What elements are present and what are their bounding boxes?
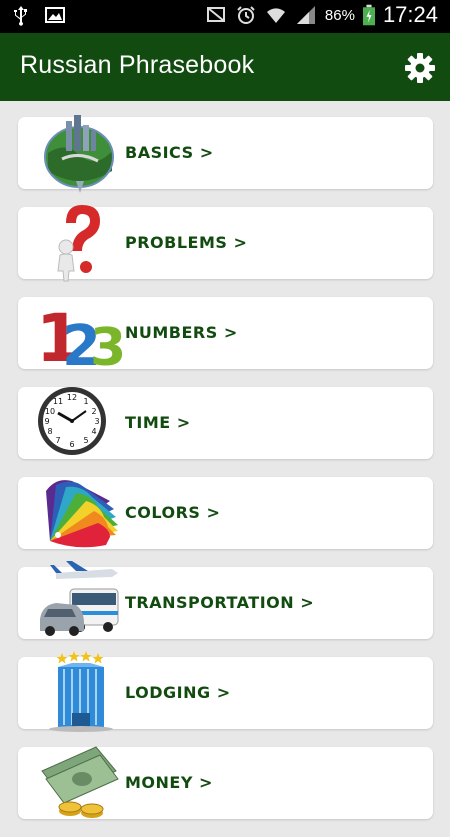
svg-text:12: 12 bbox=[67, 393, 77, 402]
svg-text:4: 4 bbox=[91, 427, 96, 436]
mute-notifications-icon bbox=[206, 7, 225, 22]
svg-text:2: 2 bbox=[91, 407, 96, 416]
color-swatch-icon bbox=[46, 480, 118, 548]
category-list: BASICS > PROBLEMS > 1 2 3 NUMBERS > 12 1 2… bbox=[18, 115, 433, 837]
svg-text:6: 6 bbox=[69, 440, 74, 449]
wifi-icon bbox=[266, 8, 285, 23]
vehicles-icon bbox=[40, 561, 119, 636]
svg-text:1: 1 bbox=[83, 397, 88, 406]
svg-text:3: 3 bbox=[94, 417, 99, 426]
battery-percent: 86% bbox=[324, 6, 355, 24]
category-numbers[interactable]: 1 2 3 NUMBERS > bbox=[18, 297, 433, 373]
clock-icon: 12 12 345 678 91011 bbox=[38, 387, 106, 455]
category-label: BASICS > bbox=[125, 143, 214, 162]
category-label: NUMBERS > bbox=[125, 323, 238, 342]
battery-charging-icon bbox=[362, 4, 375, 26]
category-label: MONEY > bbox=[125, 773, 213, 792]
category-money[interactable]: MONEY > bbox=[18, 746, 433, 819]
category-problems[interactable]: PROBLEMS > bbox=[18, 205, 433, 282]
category-label: PROBLEMS > bbox=[125, 233, 248, 252]
svg-text:3: 3 bbox=[90, 318, 122, 373]
category-transportation[interactable]: TRANSPORTATION > bbox=[18, 561, 433, 639]
app-title: Russian Phrasebook bbox=[20, 51, 255, 79]
category-label: LODGING > bbox=[125, 683, 231, 702]
category-basics[interactable]: BASICS > bbox=[18, 115, 433, 193]
svg-text:10: 10 bbox=[45, 407, 55, 416]
usb-icon bbox=[14, 6, 27, 26]
category-time[interactable]: 12 1 2 345 678 9 10 11 TIME > bbox=[18, 387, 433, 459]
svg-text:11: 11 bbox=[53, 397, 63, 406]
signal-icon bbox=[296, 6, 315, 24]
app-bar: Russian Phrasebook bbox=[0, 33, 450, 101]
category-lodging[interactable]: LODGING > bbox=[18, 651, 433, 732]
svg-text:5: 5 bbox=[83, 436, 88, 445]
globe-icon bbox=[44, 115, 114, 193]
category-label: COLORS > bbox=[125, 503, 221, 522]
hotel-icon bbox=[49, 651, 113, 732]
category-label: TRANSPORTATION > bbox=[125, 593, 315, 612]
alarm-icon bbox=[237, 6, 255, 24]
clock: 17:24 bbox=[382, 2, 438, 27]
category-label: TIME > bbox=[125, 413, 191, 432]
numbers-123-icon: 1 2 3 bbox=[36, 300, 122, 373]
money-icon bbox=[41, 746, 119, 818]
svg-text:8: 8 bbox=[47, 427, 52, 436]
category-colors[interactable]: COLORS > bbox=[18, 477, 433, 549]
image-icon bbox=[45, 7, 65, 23]
status-bar: 86% 17:24 bbox=[0, 0, 450, 33]
svg-text:9: 9 bbox=[44, 417, 49, 426]
svg-text:7: 7 bbox=[55, 436, 60, 445]
question-mark-icon bbox=[57, 205, 100, 282]
gear-icon[interactable] bbox=[404, 52, 436, 84]
